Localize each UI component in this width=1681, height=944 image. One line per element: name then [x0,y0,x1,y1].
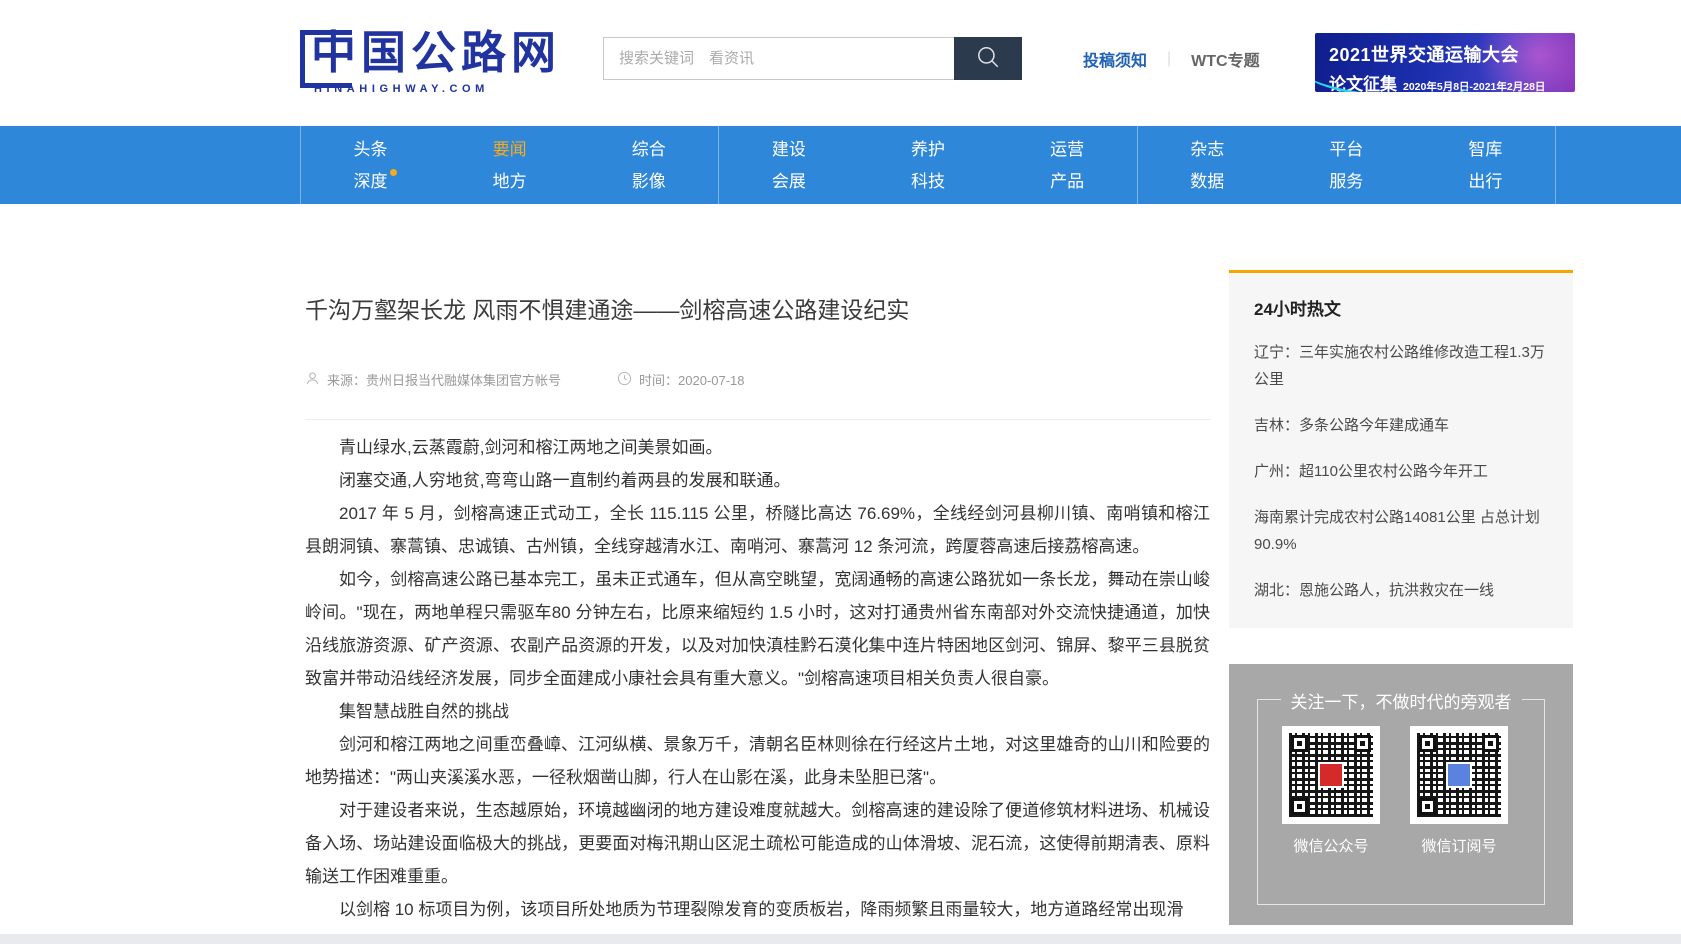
qr-label-public-account: 微信公众号 [1282,835,1380,856]
nav-col-9: 智库 出行 [1416,126,1556,204]
nav-col-7: 杂志 数据 [1137,126,1277,204]
nav-item-jianshe[interactable]: 建设 [772,141,806,158]
page-title: 千沟万壑架长龙 风雨不惧建通途——剑榕高速公路建设纪实 [305,294,1210,326]
nav-item-chuxing[interactable]: 出行 [1468,173,1502,190]
link-submission-guide[interactable]: 投稿须知 [1083,47,1147,71]
hot-articles-box: 24小时热文 辽宁：三年实施农村公路维修改造工程1.3万公里 吉林：多条公路今年… [1229,270,1573,628]
nav-item-huizhan[interactable]: 会展 [772,173,806,190]
nav-col-5: 养护 科技 [858,126,997,204]
new-dot-icon [390,169,397,176]
article-paragraph: 闭塞交通,人穷地贫,弯弯山路一直制约着两县的发展和联通。 [305,464,1210,497]
qr-code-subscription-account [1410,726,1508,824]
search-input[interactable] [603,37,954,80]
follow-title: 关注一下，不做时代的旁观者 [1229,688,1573,713]
wechat-follow-box: 关注一下，不做时代的旁观者 微信公众号 微信订阅号 [1229,664,1573,925]
article-paragraph: 2017 年 5 月，剑榕高速正式动工，全长 115.115 公里，桥隧比高达 … [305,497,1210,563]
meta-divider [305,419,1210,420]
nav-item-zazhi[interactable]: 杂志 [1190,141,1224,158]
hot-item[interactable]: 海南累计完成农村公路14081公里 占总计划90.9% [1254,504,1548,558]
article-paragraph: 青山绿水,云蒸霞蔚,剑河和榕江两地之间美景如画。 [305,431,1210,464]
nav-item-shuju[interactable]: 数据 [1190,173,1224,190]
nav-item-zonghe[interactable]: 综合 [632,141,666,158]
article-body: 青山绿水,云蒸霞蔚,剑河和榕江两地之间美景如画。 闭塞交通,人穷地贫,弯弯山路一… [305,431,1210,926]
sidebar: 24小时热文 辽宁：三年实施农村公路维修改造工程1.3万公里 吉林：多条公路今年… [1229,270,1573,925]
nav-item-fuwu[interactable]: 服务 [1329,173,1363,190]
nav-col-4: 建设 会展 [718,126,858,204]
banner-date: 2020年5月8日-2021年2月28日 [1403,79,1545,92]
author-icon [305,371,320,389]
article-paragraph: 以剑榕 10 标项目为例，该项目所处地质为节理裂隙发育的变质板岩，降雨频繁且雨量… [305,893,1210,926]
hot-articles-title: 24小时热文 [1254,295,1548,320]
links-divider: | [1167,50,1171,68]
nav-item-shendu[interactable]: 深度 [354,173,388,190]
article-subheading: 集智慧战胜自然的挑战 [305,695,1210,728]
nav-col-6: 运营 产品 [998,126,1137,204]
article-source: 来源：贵州日报当代融媒体集团官方帐号 [327,370,561,389]
qr-code-public-account [1282,726,1380,824]
nav-item-keji[interactable]: 科技 [911,173,945,190]
hot-item[interactable]: 吉林：多条公路今年建成通车 [1254,412,1548,439]
hot-item[interactable]: 湖北：恩施公路人，抗洪救灾在一线 [1254,577,1548,604]
article-paragraph: 对于建设者来说，生态越原始，环境越幽闭的地方建设难度就越大。剑榕高速的建设除了便… [305,794,1210,893]
footer-strip [0,934,1681,944]
clock-icon [617,371,632,389]
logo-title: 中国公路网 [300,24,561,82]
nav-item-yaowen[interactable]: 要闻 [493,141,527,158]
hot-item[interactable]: 广州：超110公里农村公路今年开工 [1254,458,1548,485]
article-paragraph: 剑河和榕江两地之间重峦叠嶂、江河纵横、景象万千，清朝名臣林则徐在行经这片土地，对… [305,728,1210,794]
nav-item-yanghu[interactable]: 养护 [911,141,945,158]
search-box [603,37,1022,80]
nav-item-chanpin[interactable]: 产品 [1050,173,1084,190]
qr-logo-red [1318,762,1344,788]
page: 中国公路网 HINAHIGHWAY.COM 投稿须知 | WTC专题 2021世… [0,0,1681,944]
hot-item[interactable]: 辽宁：三年实施农村公路维修改造工程1.3万公里 [1254,339,1548,393]
qr-logo-blue [1446,762,1472,788]
article-paragraph: 如今，剑榕高速公路已基本完工，虽未正式通车，但从高空眺望，宽阔通畅的高速公路犹如… [305,563,1210,695]
banner-line2: 论文征集 [1329,70,1397,92]
site-logo[interactable]: 中国公路网 HINAHIGHWAY.COM [300,24,561,95]
link-wtc-topic[interactable]: WTC专题 [1191,47,1259,71]
nav-col-8: 平台 服务 [1277,126,1416,204]
nav-item-difang[interactable]: 地方 [493,173,527,190]
top-links: 投稿须知 | WTC专题 [1083,47,1260,71]
article-time: 时间：2020-07-18 [639,370,745,389]
qr-label-subscription-account: 微信订阅号 [1410,835,1508,856]
nav-col-3: 综合 影像 [579,126,718,204]
search-icon [975,44,1001,73]
article: 千沟万壑架长龙 风雨不惧建通途——剑榕高速公路建设纪实 来源：贵州日报当代融媒体… [305,280,1210,926]
main-nav: 头条 深度 要闻 地方 综合 影像 建设 会展 养护 科技 运营 产品 [0,126,1681,204]
nav-item-zhiku[interactable]: 智库 [1468,141,1502,158]
nav-item-yingxiang[interactable]: 影像 [632,173,666,190]
banner-ad[interactable]: 2021世界交通运输大会 论文征集 2020年5月8日-2021年2月28日 [1315,33,1575,92]
nav-col-1: 头条 深度 [300,126,440,204]
article-meta: 来源：贵州日报当代融媒体集团官方帐号 时间：2020-07-18 [305,370,1210,389]
site-header: 中国公路网 HINAHIGHWAY.COM 投稿须知 | WTC专题 2021世… [0,0,1681,126]
nav-item-toutiao[interactable]: 头条 [354,141,388,158]
banner-line1: 2021世界交通运输大会 [1329,41,1575,67]
search-button[interactable] [954,37,1022,80]
nav-item-pingtai[interactable]: 平台 [1329,141,1363,158]
nav-item-yunying[interactable]: 运营 [1050,141,1084,158]
nav-col-2: 要闻 地方 [440,126,579,204]
